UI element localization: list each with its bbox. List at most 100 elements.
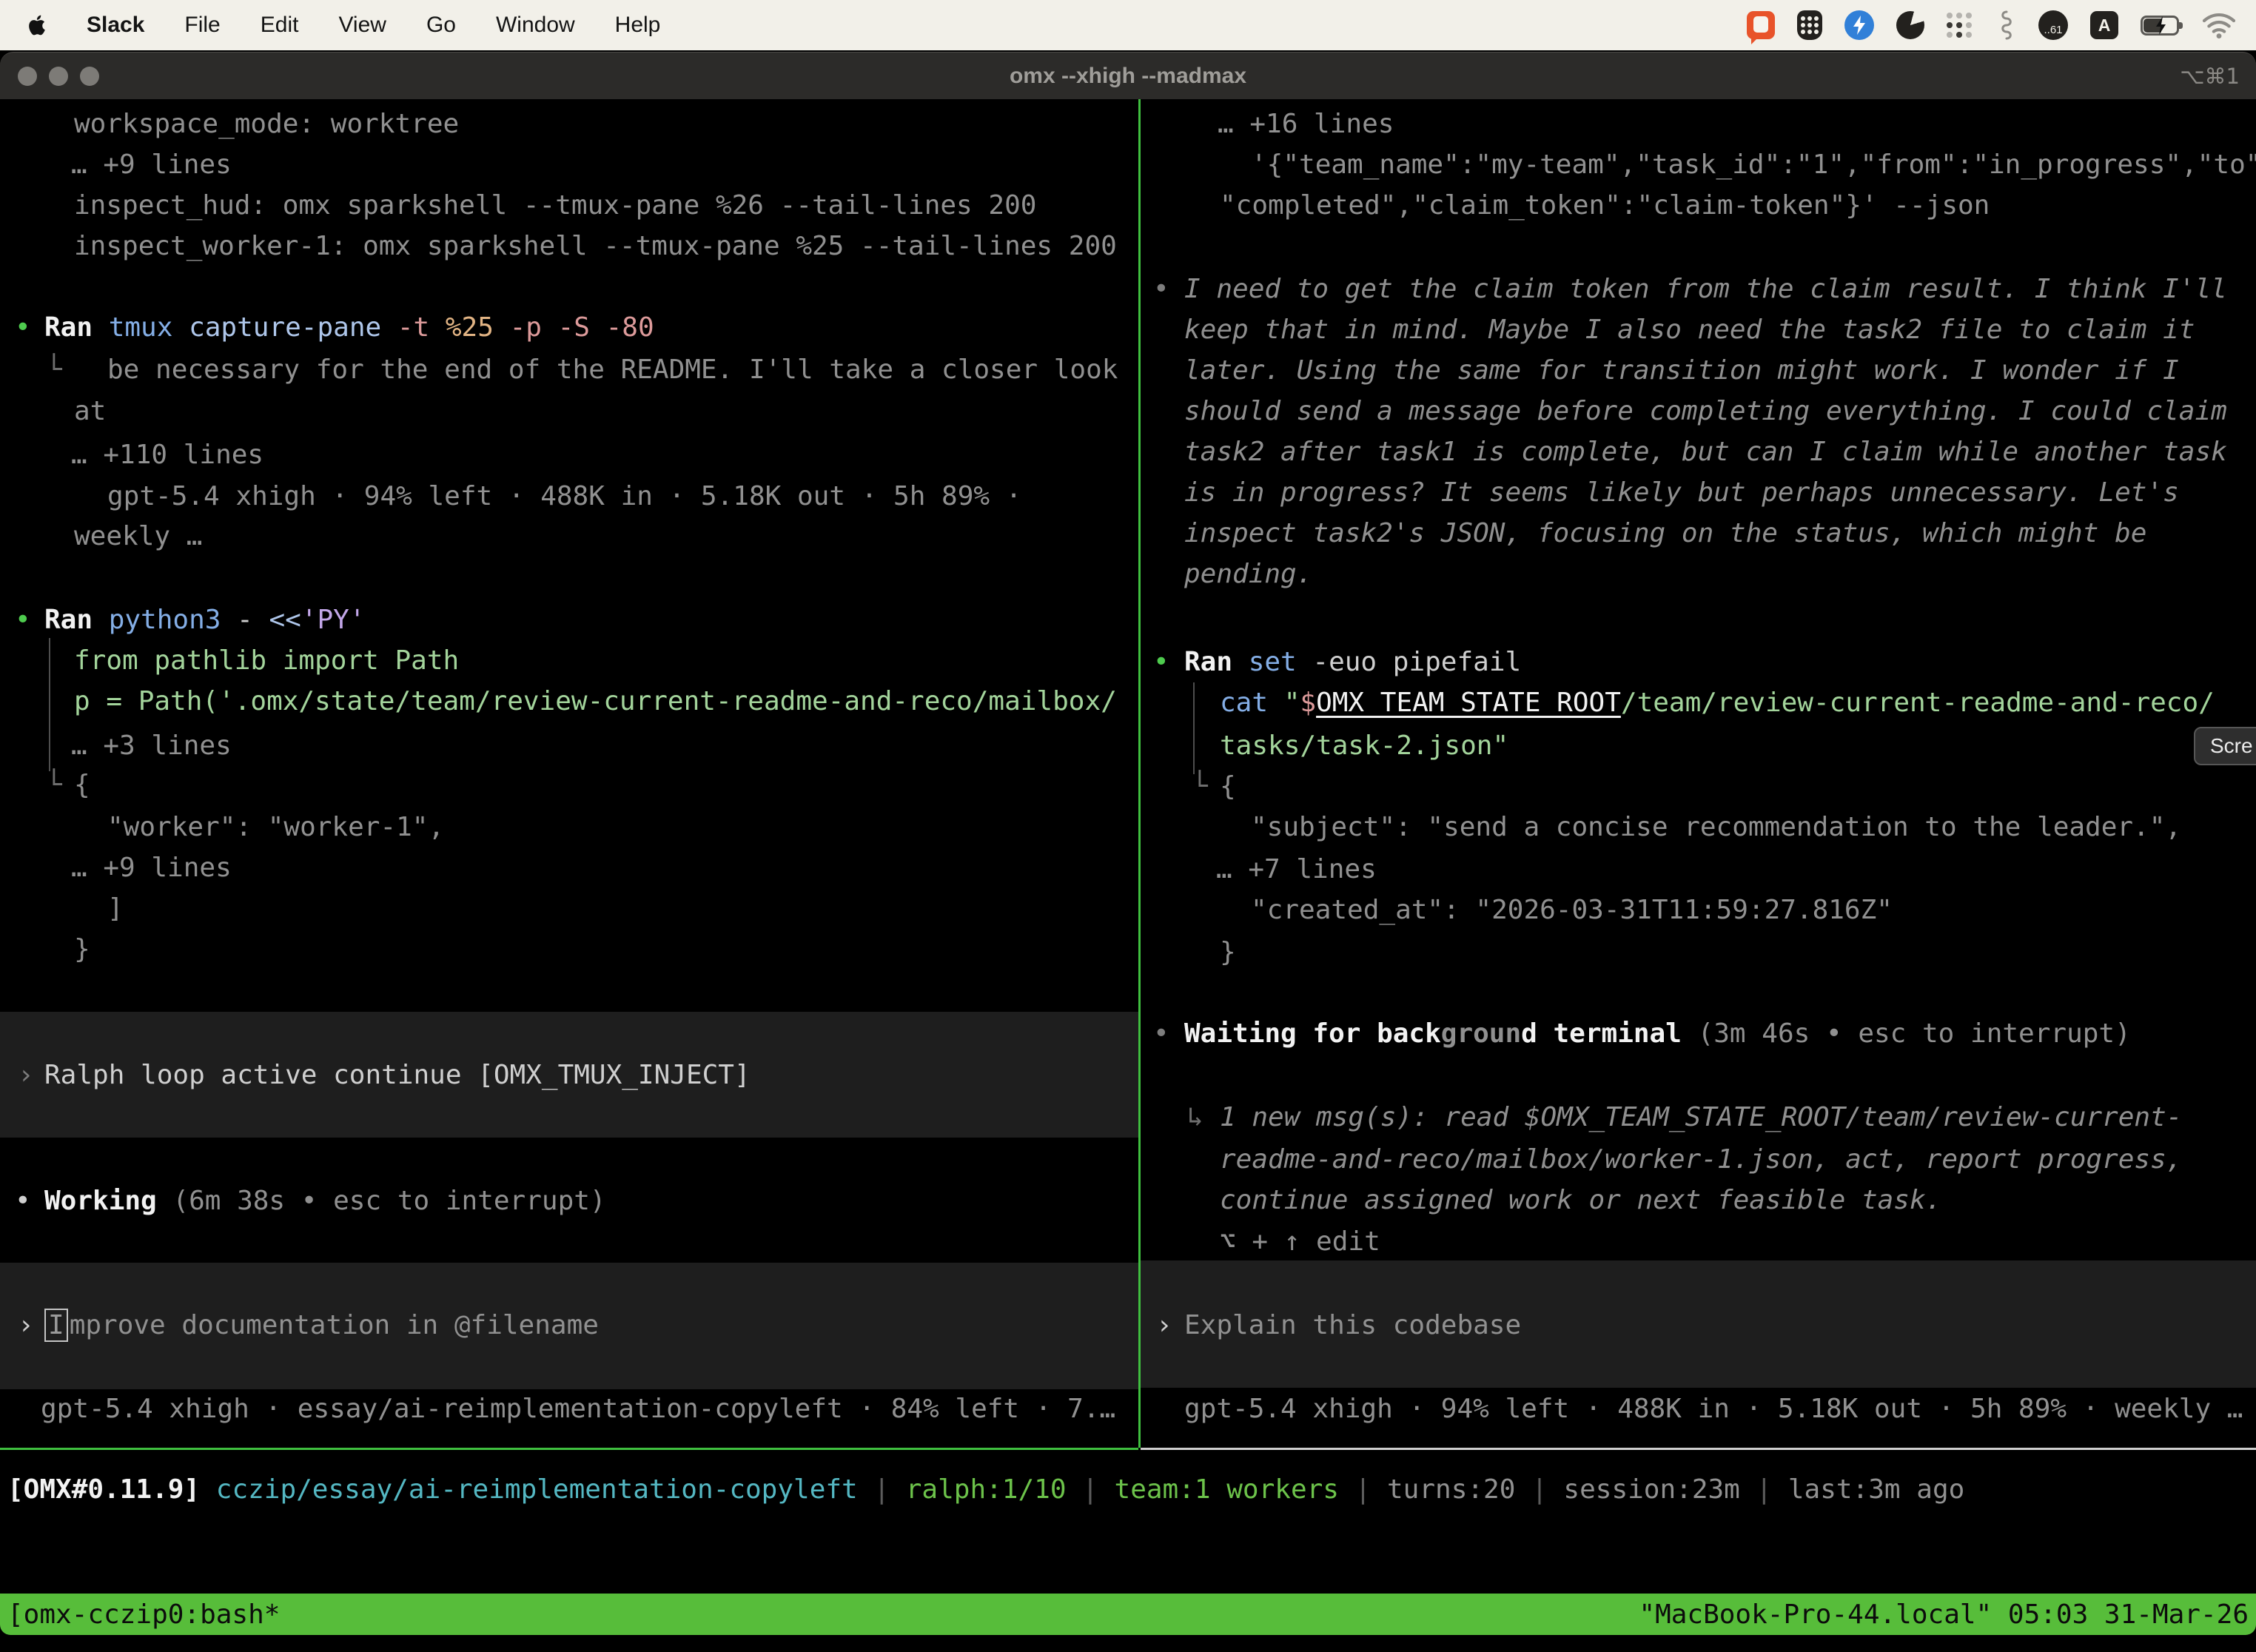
text-segment: "created_at": "2026-03-31T11:59:27.816Z" [1251, 895, 1893, 925]
text-run: • [15, 600, 31, 640]
text-segment: Ran [44, 605, 109, 635]
text-segment: $ [1300, 688, 1316, 718]
text-segment: Waiting for back [1184, 1018, 1441, 1049]
text-segment: gpt-5.4 xhigh · 94% left · 488K in · 5.1… [1184, 1394, 2243, 1424]
text-segment: is in progress? It seems likely but perh… [1184, 477, 2179, 508]
terminal-line-left: inspect_worker-1: omx sparkshell --tmux-… [0, 226, 2256, 266]
text-run: "created_at": "2026-03-31T11:59:27.816Z" [1251, 890, 1893, 930]
text-segment: | [1515, 1474, 1563, 1505]
text-run: Explain this codebase [1184, 1305, 1521, 1346]
text-run: { [1220, 766, 1236, 807]
text-segment: tasks/task-2.json" [1220, 731, 1508, 761]
omx-status-line: [OMX#0.11.9] cczip/essay/ai-reimplementa… [0, 1469, 2256, 1510]
text-segment: " [1284, 688, 1300, 718]
text-segment: d terminal [1521, 1018, 1697, 1049]
text-segment: continue assigned work or next feasible … [1220, 1185, 1941, 1215]
text-segment: • [1153, 1018, 1169, 1049]
text-segment: -euo pipefail [1312, 647, 1521, 677]
text-run: Ran python3 - <<'PY' [44, 600, 366, 640]
terminal-line-right: •Ran set -euo pipefail [0, 642, 2256, 682]
terminal-line-right: readme-and-reco/mailbox/worker-1.json, a… [0, 1139, 2256, 1180]
text-segment: last:3m ago [1788, 1474, 1964, 1505]
text-run: › [18, 1055, 34, 1095]
text-run: Ran set -euo pipefail [1184, 642, 1521, 682]
text-run: inspect task2's JSON, focusing on the st… [1184, 513, 2146, 554]
text-segment: | [1339, 1474, 1387, 1505]
text-segment: later. Using the same for transition mig… [1184, 355, 2179, 386]
text-segment: … +7 lines [1216, 854, 1377, 884]
text-segment: readme-and-reco/mailbox/worker-1.json, a… [1220, 1144, 2182, 1175]
text-segment: | [1067, 1474, 1115, 1505]
terminal-line-right: } [0, 932, 2256, 973]
text-segment: › [1156, 1310, 1172, 1340]
text-run: keep that in mind. Maybe I also need the… [1184, 309, 2195, 350]
terminal-line-right: later. Using the same for transition mig… [0, 350, 2256, 391]
text-run: [OMX#0.11.9] cczip/essay/ai-reimplementa… [7, 1469, 1964, 1510]
text-run: Ralph loop active continue [OMX_TMUX_INJ… [44, 1055, 751, 1095]
text-run: ↳ [1187, 1097, 1219, 1138]
terminal-line-right: should send a message before completing … [0, 391, 2256, 432]
text-segment: team:1 workers [1115, 1474, 1339, 1505]
screen-share-overlay[interactable]: Scre [2194, 727, 2256, 765]
text-segment: inspect_worker-1: omx sparkshell --tmux-… [74, 231, 1117, 261]
text-segment: Ran [1184, 647, 1249, 677]
text-segment: } [1220, 937, 1236, 967]
text-run: "completed","claim_token":"claim-token"}… [1220, 185, 1990, 226]
terminal-line-right: task2 after task1 is complete, but can I… [0, 432, 2256, 472]
text-run: '{"team_name":"my-team","task_id":"1","f… [1251, 144, 2256, 185]
terminal-line-right: "completed","claim_token":"claim-token"}… [0, 185, 2256, 226]
screen: { "colors": { "accent_green": "#4ecb4e",… [0, 0, 2256, 1652]
terminal-line-right: … +16 lines [0, 104, 2256, 144]
text-segment: "completed","claim_token":"claim-token"}… [1220, 190, 1990, 221]
text-segment: should send a message before completing … [1184, 396, 2227, 426]
terminal-line-right: •I need to get the claim token from the … [0, 269, 2256, 309]
text-segment: '{"team_name":"my-team","task_id":"1","f… [1251, 150, 2256, 180]
terminal-line-right: "created_at": "2026-03-31T11:59:27.816Z" [0, 890, 2256, 930]
text-segment: | [858, 1474, 906, 1505]
text-run: cat "$OMX_TEAM_STATE_ROOT/team/review-cu… [1220, 682, 2215, 723]
text-segment: (3m 46s • esc to interrupt) [1698, 1018, 2131, 1049]
text-run: tasks/task-2.json" [1220, 725, 1508, 766]
text-run: "subject": "send a concise recommendatio… [1251, 807, 2181, 847]
text-run: pending. [1184, 554, 1312, 594]
terminal-line-right: cat "$OMX_TEAM_STATE_ROOT/team/review-cu… [0, 682, 2256, 723]
text-segment: OMX_TEAM_STATE_ROOT [1316, 688, 1621, 718]
text-run: should send a message before completing … [1184, 391, 2227, 432]
text-run: › [1156, 1305, 1172, 1346]
text-segment: << [269, 605, 301, 635]
overlay-label: Scre [2210, 734, 2253, 758]
text-segment: "subject": "send a concise recommendatio… [1251, 812, 2181, 842]
text-run: } [1220, 932, 1236, 973]
terminal-line-right: ↳ 1 new msg(s): read $OMX_TEAM_STATE_ROO… [0, 1097, 2256, 1138]
text-segment: - [237, 605, 269, 635]
text-segment: Explain this codebase [1184, 1310, 1521, 1340]
text-segment: /team/review-current-readme-and-reco/ [1621, 688, 2215, 718]
text-segment: cat [1220, 688, 1284, 718]
tmux-session-label: [omx-cczip0:bash* [7, 1599, 280, 1630]
terminal-line-right: '{"team_name":"my-team","task_id":"1","f… [0, 144, 2256, 185]
text-run: inspect_worker-1: omx sparkshell --tmux-… [74, 226, 1117, 266]
text-run: task2 after task1 is complete, but can I… [1184, 432, 2227, 472]
text-run: continue assigned work or next feasible … [1220, 1180, 1941, 1220]
text-segment: cczip/essay/ai-reimplementation-copyleft [216, 1474, 858, 1505]
text-segment: pending. [1184, 559, 1312, 589]
terminal-line-right: … +7 lines [0, 849, 2256, 890]
terminal-line-right: gpt-5.4 xhigh · 94% left · 488K in · 5.1… [0, 1389, 2256, 1429]
text-run: Waiting for background terminal (3m 46s … [1184, 1013, 2131, 1054]
terminal-text-layer[interactable]: workspace_mode: worktree… +9 linesinspec… [0, 0, 2256, 1652]
text-run: gpt-5.4 xhigh · 94% left · 488K in · 5.1… [1184, 1389, 2243, 1429]
text-run: 1 new msg(s): read $OMX_TEAM_STATE_ROOT/… [1220, 1097, 2182, 1138]
text-segment: turns:20 [1387, 1474, 1515, 1505]
text-segment: { [1220, 771, 1236, 802]
terminal-line-right: › Explain this codebase [0, 1305, 2256, 1346]
text-segment: set [1249, 647, 1313, 677]
text-segment: keep that in mind. Maybe I also need the… [1184, 315, 2195, 345]
terminal-line-right: ⌥ + ↑ edit [0, 1221, 2256, 1262]
text-segment: … +16 lines [1218, 109, 1394, 139]
text-segment: ↳ [1187, 1102, 1219, 1132]
tmux-host-clock: "MacBook-Pro-44.local" 05:03 31-Mar-26 [1639, 1599, 2249, 1630]
text-run: … +7 lines [1216, 849, 1377, 890]
text-segment: ⌥ + ↑ edit [1220, 1226, 1380, 1257]
text-run: readme-and-reco/mailbox/worker-1.json, a… [1220, 1139, 2182, 1180]
text-segment: | [1740, 1474, 1788, 1505]
